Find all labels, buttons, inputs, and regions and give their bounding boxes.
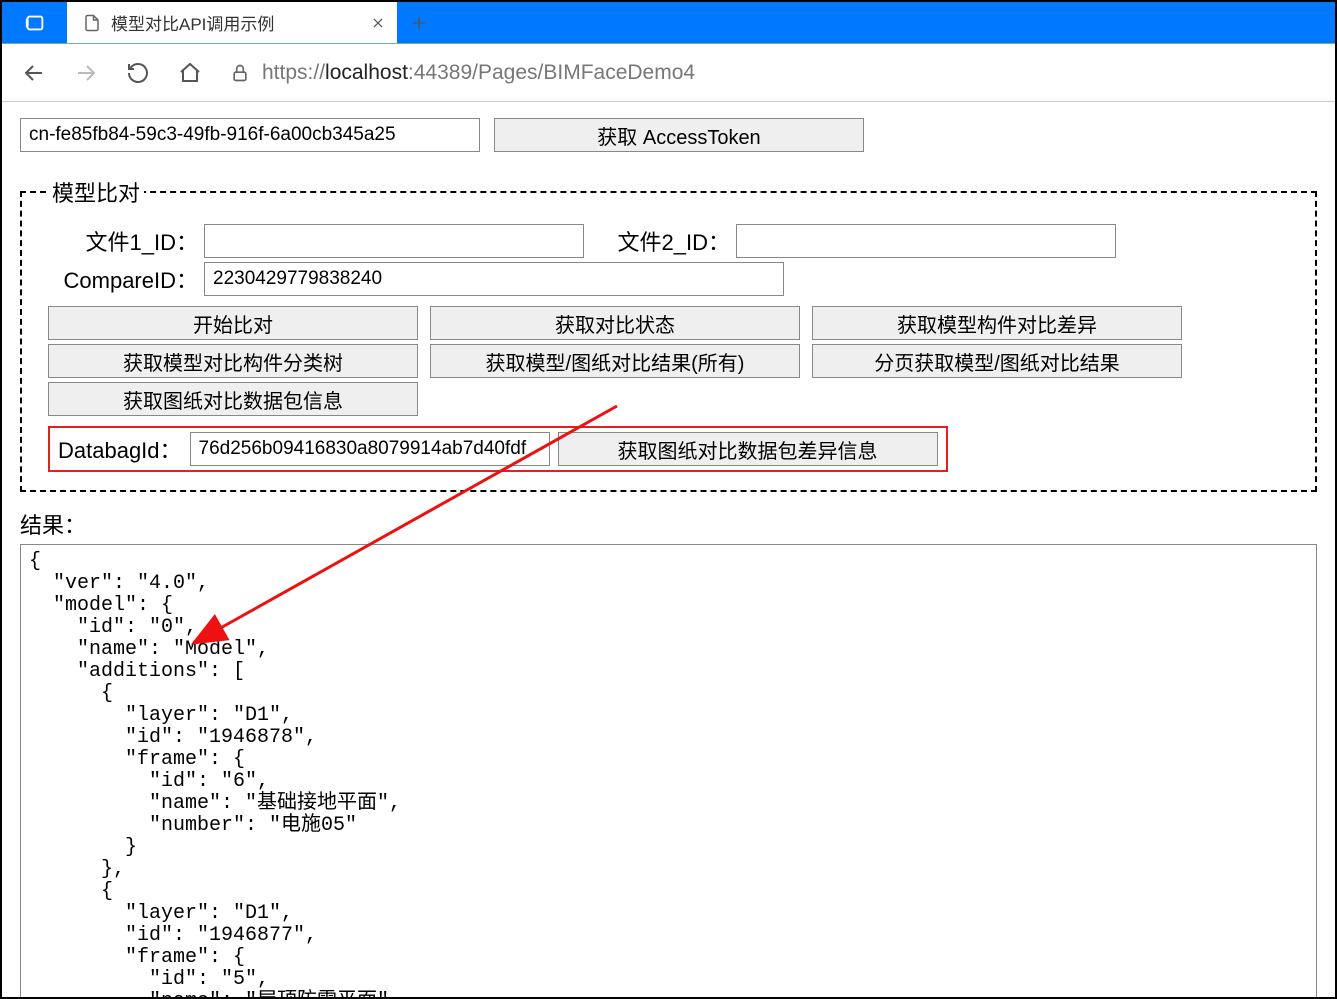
url-scheme: https:// bbox=[262, 61, 325, 84]
refresh-icon bbox=[126, 61, 150, 85]
document-icon bbox=[83, 14, 101, 32]
file1-label: 文件1_ID： bbox=[48, 225, 198, 257]
close-icon bbox=[371, 16, 385, 30]
compare-id-label: CompareID： bbox=[48, 263, 198, 295]
new-tab-button[interactable] bbox=[397, 2, 441, 43]
arrow-right-icon bbox=[74, 61, 98, 85]
compare-id-row: CompareID： bbox=[48, 262, 1289, 296]
databag-id-input[interactable] bbox=[190, 432, 550, 466]
compare-fieldset: 模型比对 文件1_ID： 文件2_ID： CompareID： 开始比对 获取对… bbox=[20, 176, 1317, 492]
result-textarea[interactable]: { "ver": "4.0", "model": { "id": "0", "n… bbox=[20, 544, 1317, 999]
tabs-overview-icon bbox=[24, 12, 46, 34]
browser-tab-active[interactable]: 模型对比API调用示例 bbox=[67, 2, 397, 43]
arrow-left-icon bbox=[22, 61, 46, 85]
get-all-compare-results-button[interactable]: 获取模型/图纸对比结果(所有) bbox=[430, 344, 800, 378]
lock-icon bbox=[230, 63, 250, 83]
get-model-component-diff-button[interactable]: 获取模型构件对比差异 bbox=[812, 306, 1182, 340]
compare-id-input[interactable] bbox=[204, 262, 784, 296]
file-ids-row: 文件1_ID： 文件2_ID： bbox=[48, 224, 1289, 258]
url-text: https://localhost:44389/Pages/BIMFaceDem… bbox=[262, 61, 695, 85]
get-paged-compare-results-button[interactable]: 分页获取模型/图纸对比结果 bbox=[812, 344, 1182, 378]
get-access-token-button[interactable]: 获取 AccessToken bbox=[494, 118, 864, 152]
home-button[interactable] bbox=[168, 51, 212, 95]
get-model-compare-tree-button[interactable]: 获取模型对比构件分类树 bbox=[48, 344, 418, 378]
forward-button[interactable] bbox=[64, 51, 108, 95]
tabs-overview-button[interactable] bbox=[2, 2, 67, 43]
titlebar: 模型对比API调用示例 bbox=[2, 2, 1335, 44]
get-drawing-databag-info-button[interactable]: 获取图纸对比数据包信息 bbox=[48, 382, 418, 416]
fieldset-legend: 模型比对 bbox=[48, 176, 144, 208]
refresh-button[interactable] bbox=[116, 51, 160, 95]
token-row: 获取 AccessToken bbox=[20, 118, 1317, 152]
get-drawing-databag-diff-button[interactable]: 获取图纸对比数据包差异信息 bbox=[558, 432, 938, 466]
tab-close-button[interactable] bbox=[369, 14, 387, 32]
file2-input[interactable] bbox=[736, 224, 1116, 258]
home-icon bbox=[178, 61, 202, 85]
start-compare-button[interactable]: 开始比对 bbox=[48, 306, 418, 340]
file2-label: 文件2_ID： bbox=[600, 225, 730, 257]
url-field[interactable]: https://localhost:44389/Pages/BIMFaceDem… bbox=[220, 61, 1325, 85]
page-content: 获取 AccessToken 模型比对 文件1_ID： 文件2_ID： Comp… bbox=[2, 102, 1335, 999]
file1-input[interactable] bbox=[204, 224, 584, 258]
back-button[interactable] bbox=[12, 51, 56, 95]
result-label: 结果： bbox=[20, 508, 1317, 540]
databag-id-label: DatabagId： bbox=[58, 433, 182, 465]
plus-icon bbox=[410, 14, 428, 32]
browser-window: 模型对比API调用示例 bbox=[0, 0, 1337, 999]
get-compare-status-button[interactable]: 获取对比状态 bbox=[430, 306, 800, 340]
url-host: localhost bbox=[325, 61, 408, 84]
button-grid: 开始比对 获取对比状态 获取模型构件对比差异 获取模型对比构件分类树 获取模型/… bbox=[48, 306, 1289, 416]
tab-title: 模型对比API调用示例 bbox=[111, 10, 359, 35]
address-bar: https://localhost:44389/Pages/BIMFaceDem… bbox=[2, 44, 1335, 102]
url-path: :44389/Pages/BIMFaceDemo4 bbox=[408, 61, 695, 84]
databag-highlight-row: DatabagId： 获取图纸对比数据包差异信息 bbox=[48, 426, 948, 472]
access-token-input[interactable] bbox=[20, 118, 480, 152]
